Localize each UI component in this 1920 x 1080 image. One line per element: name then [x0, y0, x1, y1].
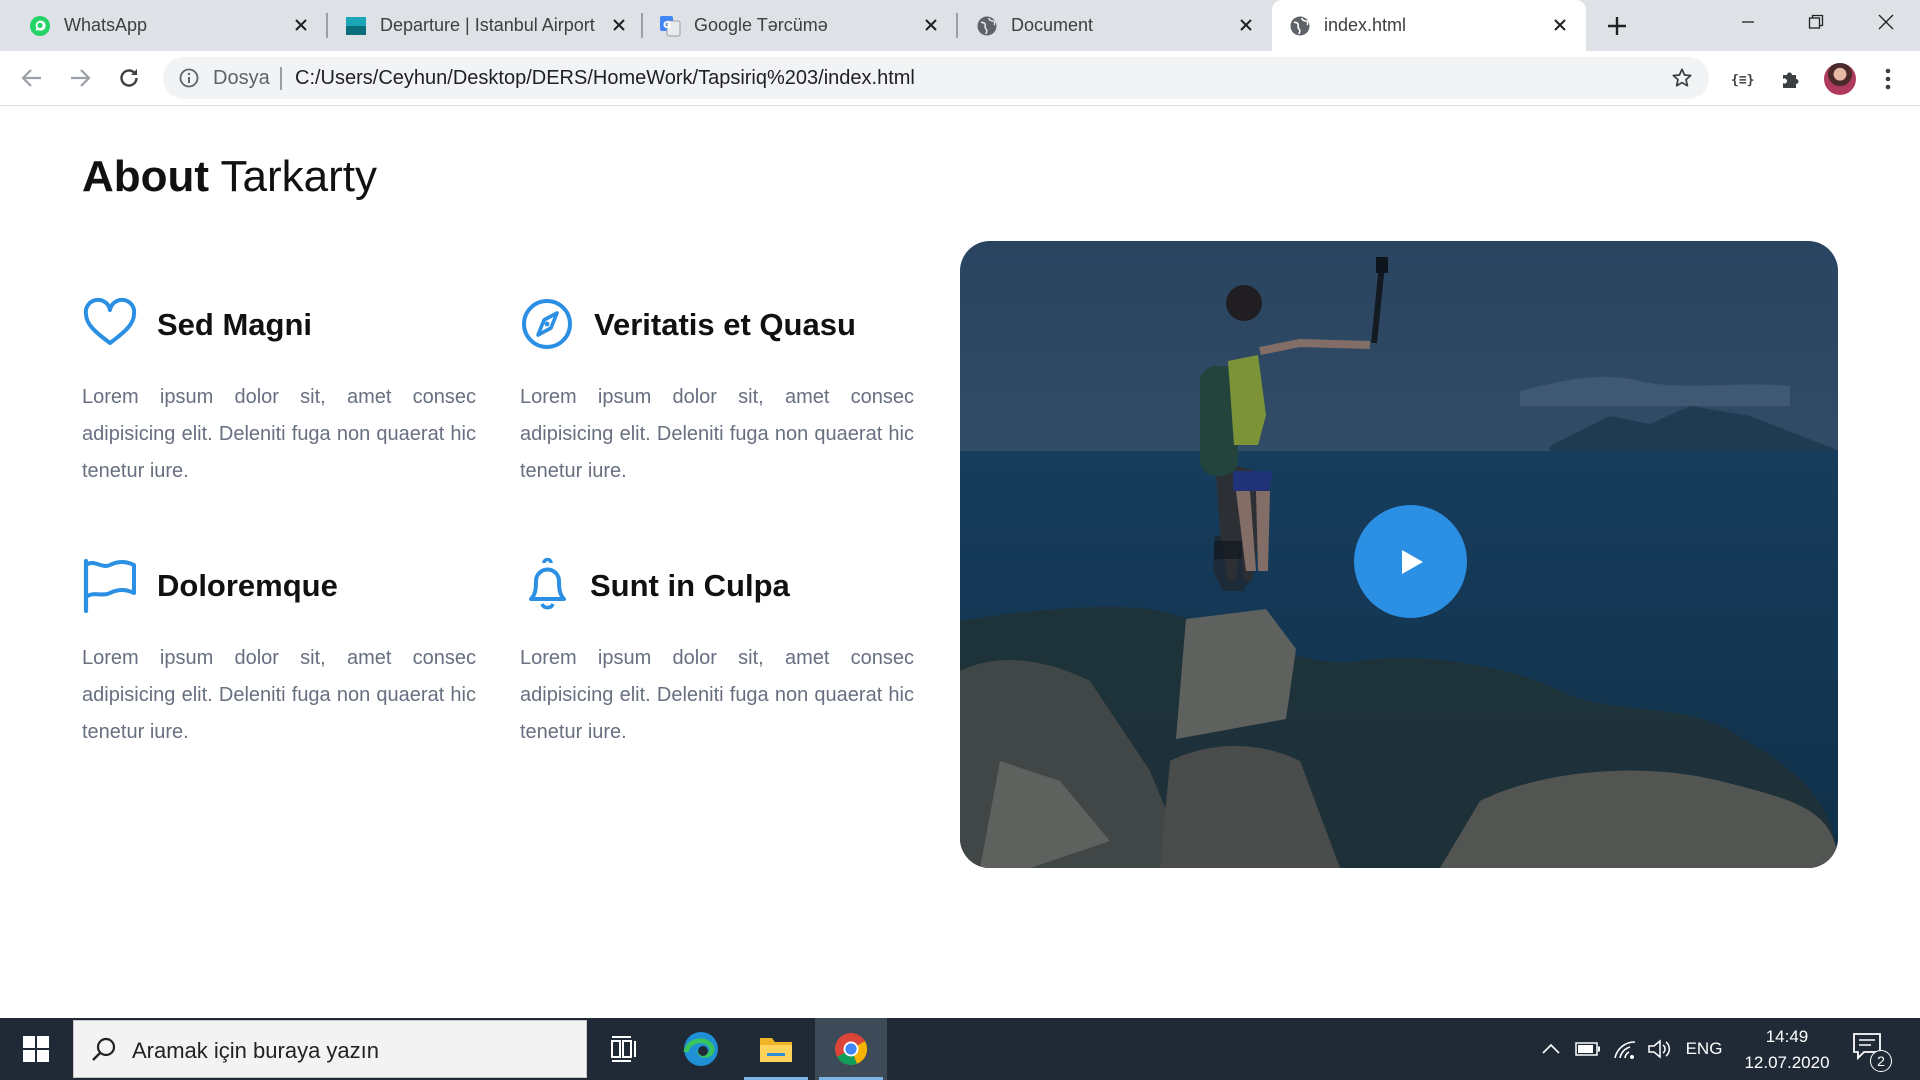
globe-icon: [976, 15, 998, 37]
tab-title: Document: [1011, 15, 1094, 35]
minimize-icon: [1742, 21, 1754, 23]
action-center-button[interactable]: 2: [1852, 1032, 1892, 1072]
web-page: About Tarkarty Sed Magni Lorem ipsum dol…: [0, 106, 1920, 1018]
feature-description: Lorem ipsum dolor sit, amet consec adipi…: [520, 647, 914, 743]
browser-toolbar: Dosya C:/Users/Ceyhun/Desktop/DERS/HomeW…: [0, 51, 1920, 106]
close-window-button[interactable]: [1852, 0, 1920, 44]
play-button[interactable]: [1354, 505, 1467, 618]
clock-time: 14:49: [1765, 1027, 1809, 1046]
system-clock[interactable]: 14:49 12.07.2020: [1735, 1024, 1839, 1076]
speaker-icon: [1648, 1039, 1671, 1059]
taskbar-search[interactable]: Aramak için buraya yazın: [73, 1020, 587, 1078]
minimize-button[interactable]: [1714, 0, 1782, 44]
tab-title: Google Tərcümə: [694, 15, 828, 35]
profile-avatar[interactable]: [1824, 63, 1856, 95]
address-divider: [280, 67, 282, 90]
extensions-puzzle-icon[interactable]: [1776, 64, 1806, 94]
show-hidden-icons-button[interactable]: [1538, 1018, 1564, 1080]
arrow-right-icon: [71, 69, 91, 87]
heart-icon: [83, 297, 137, 345]
file-explorer-taskbar-button[interactable]: [740, 1018, 812, 1080]
google-translate-icon: G: [659, 15, 681, 37]
play-icon: [1401, 549, 1423, 574]
close-tab-icon[interactable]: [607, 13, 631, 37]
bookmark-star-icon[interactable]: [1670, 66, 1694, 90]
new-tab-button[interactable]: [1602, 11, 1632, 41]
page-title: About Tarkarty: [82, 152, 377, 202]
feature-title: Sed Magni: [157, 307, 313, 342]
tab-title: Departure | Istanbul Airport: [380, 15, 595, 35]
whatsapp-icon: [29, 15, 51, 37]
battery-indicator[interactable]: [1572, 1018, 1604, 1080]
input-language[interactable]: ENG: [1684, 1018, 1724, 1080]
feature-description: Lorem ipsum dolor sit, amet consec adipi…: [82, 647, 476, 743]
forward-button[interactable]: [62, 60, 98, 96]
edge-icon: [683, 1032, 718, 1066]
battery-icon: [1575, 1042, 1600, 1056]
istanbul-airport-icon: [345, 15, 367, 37]
feature-description: Lorem ipsum dolor sit, amet consec adipi…: [82, 386, 476, 482]
wifi-icon: [1614, 1041, 1636, 1059]
task-view-button[interactable]: [588, 1018, 660, 1080]
address-bar[interactable]: Dosya C:/Users/Ceyhun/Desktop/DERS/HomeW…: [163, 57, 1709, 99]
restore-button[interactable]: [1782, 0, 1850, 44]
close-icon: [1878, 14, 1894, 30]
tab-title: WhatsApp: [64, 15, 148, 35]
menu-button[interactable]: [1873, 64, 1903, 94]
compass-icon: [522, 299, 572, 349]
reload-button[interactable]: [111, 60, 147, 96]
notification-badge: 2: [1870, 1050, 1892, 1072]
svg-text:G: G: [663, 20, 671, 31]
volume-indicator[interactable]: [1644, 1018, 1674, 1080]
chrome-taskbar-button[interactable]: [815, 1018, 887, 1080]
clock-date: 12.07.2020: [1744, 1053, 1830, 1072]
close-tab-icon[interactable]: [289, 13, 313, 37]
feature-description: Lorem ipsum dolor sit, amet consec adipi…: [520, 386, 914, 482]
page-title-bold: About: [82, 152, 210, 201]
svg-text:{≡}: {≡}: [1731, 73, 1754, 88]
browser-tab-strip: WhatsApp Departure | Istanbul Airport G …: [0, 0, 1920, 51]
tab-whatsapp[interactable]: WhatsApp: [0, 0, 328, 51]
flag-icon: [83, 558, 136, 613]
json-extension-icon[interactable]: {≡}: [1728, 64, 1758, 94]
arrow-left-icon: [21, 69, 41, 87]
restore-icon: [1808, 14, 1824, 29]
tab-istanbul-airport[interactable]: Departure | Istanbul Airport: [327, 0, 643, 51]
plus-icon: [1608, 17, 1626, 35]
url-text[interactable]: C:/Users/Ceyhun/Desktop/DERS/HomeWork/Ta…: [295, 67, 915, 90]
search-icon: [92, 1037, 116, 1061]
scheme-label: Dosya: [213, 67, 270, 89]
close-tab-icon[interactable]: [1548, 13, 1572, 37]
tab-document[interactable]: Document: [957, 0, 1272, 51]
start-button[interactable]: [0, 1018, 72, 1080]
globe-icon: [1289, 15, 1311, 37]
chrome-icon: [835, 1033, 868, 1065]
search-placeholder: Aramak için buraya yazın: [132, 1038, 379, 1063]
tab-google-translate[interactable]: G Google Tərcümə: [642, 0, 958, 51]
windows-logo-icon: [23, 1036, 49, 1062]
video-thumbnail[interactable]: [960, 241, 1838, 868]
task-view-icon: [611, 1036, 636, 1062]
back-button[interactable]: [14, 60, 50, 96]
feature-title: Veritatis et Quasu: [594, 307, 856, 342]
feature-title: Doloremque: [157, 568, 338, 603]
windows-taskbar: Aramak için buraya yazın ENG 14:49 12.07…: [0, 1018, 1920, 1080]
chevron-up-icon: [1542, 1043, 1560, 1054]
bell-icon: [529, 557, 566, 610]
close-tab-icon[interactable]: [1234, 13, 1258, 37]
page-title-rest: Tarkarty: [209, 152, 377, 201]
edge-taskbar-button[interactable]: [665, 1018, 737, 1080]
reload-icon: [120, 69, 138, 87]
close-tab-icon[interactable]: [919, 13, 943, 37]
folder-icon: [760, 1038, 792, 1062]
info-icon[interactable]: [178, 67, 200, 89]
tab-index-html[interactable]: index.html: [1272, 0, 1586, 51]
feature-title: Sunt in Culpa: [590, 568, 790, 603]
network-indicator[interactable]: [1610, 1018, 1640, 1080]
kebab-menu-icon: [1885, 68, 1891, 90]
tab-title: index.html: [1324, 15, 1407, 35]
